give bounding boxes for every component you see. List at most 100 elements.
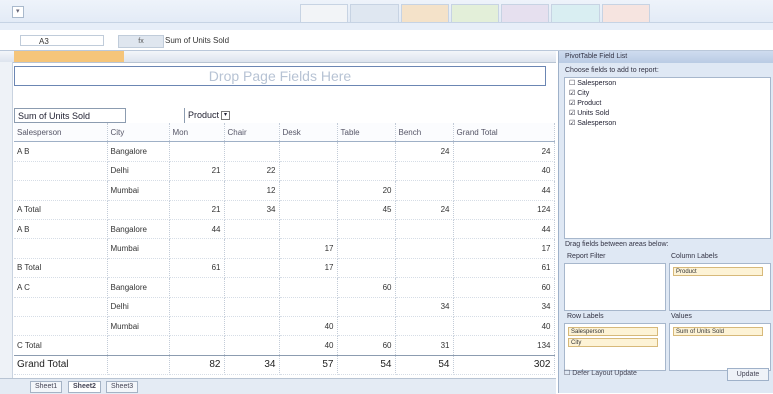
- value-cell[interactable]: [224, 316, 280, 337]
- value-cell[interactable]: 34: [453, 297, 555, 317]
- value-cell[interactable]: [337, 141, 396, 162]
- value-cell[interactable]: [395, 180, 454, 201]
- value-cell[interactable]: [279, 141, 338, 162]
- value-cell[interactable]: [395, 277, 454, 298]
- field-item[interactable]: ☑ Product: [565, 98, 770, 108]
- column-field-button[interactable]: Product ▾: [184, 108, 243, 123]
- value-cell[interactable]: [279, 219, 338, 240]
- pivot-column-header[interactable]: City: [107, 123, 170, 143]
- value-cell[interactable]: 40: [279, 316, 338, 337]
- sheet-tab-active[interactable]: Sheet2: [68, 381, 101, 393]
- value-cell[interactable]: [169, 238, 225, 259]
- value-cell[interactable]: [337, 238, 396, 259]
- value-cell[interactable]: 134: [453, 335, 555, 356]
- value-cell[interactable]: [337, 258, 396, 279]
- value-cell[interactable]: 61: [169, 258, 225, 279]
- value-cell[interactable]: [395, 219, 454, 240]
- pivot-column-header[interactable]: Mon: [169, 123, 225, 143]
- value-cell[interactable]: [395, 238, 454, 259]
- value-cell[interactable]: 22: [224, 161, 280, 182]
- value-cell[interactable]: 54: [337, 354, 396, 376]
- style-gallery[interactable]: [300, 4, 650, 26]
- value-cell[interactable]: 40: [279, 335, 338, 356]
- pivot-column-header[interactable]: Salesperson: [14, 123, 108, 143]
- field-item[interactable]: ☑ Units Sold: [565, 108, 770, 118]
- value-cell[interactable]: 31: [395, 335, 454, 356]
- value-cell[interactable]: 34: [224, 200, 280, 220]
- value-cell[interactable]: [395, 161, 454, 182]
- value-cell[interactable]: [395, 316, 454, 337]
- value-cell[interactable]: 124: [453, 200, 555, 220]
- value-cell[interactable]: 44: [169, 219, 225, 240]
- sheet-tab[interactable]: Sheet1: [30, 381, 63, 393]
- city-cell[interactable]: Bangalore: [107, 141, 170, 162]
- name-box[interactable]: A3: [20, 35, 104, 46]
- report-filter-zone[interactable]: [564, 263, 666, 311]
- pivot-column-header[interactable]: Chair: [224, 123, 280, 143]
- value-cell[interactable]: [337, 219, 396, 240]
- value-cell[interactable]: 60: [337, 277, 396, 298]
- field-item[interactable]: ☑ City: [565, 88, 770, 98]
- value-cell[interactable]: [169, 277, 225, 298]
- value-cell[interactable]: [224, 335, 280, 356]
- value-cell[interactable]: [169, 141, 225, 162]
- value-cell[interactable]: 24: [453, 141, 555, 162]
- salesperson-cell[interactable]: B Total: [14, 258, 108, 279]
- salesperson-cell[interactable]: A Total: [14, 200, 108, 220]
- value-cell[interactable]: 82: [169, 354, 225, 376]
- city-cell[interactable]: Mumbai: [107, 238, 170, 259]
- city-cell[interactable]: Mumbai: [107, 316, 170, 337]
- column-chip[interactable]: Product: [673, 267, 763, 276]
- value-cell[interactable]: 34: [395, 297, 454, 317]
- city-cell[interactable]: [107, 335, 170, 356]
- value-cell[interactable]: 61: [453, 258, 555, 279]
- salesperson-cell[interactable]: [14, 161, 108, 182]
- city-cell[interactable]: Mumbai: [107, 180, 170, 201]
- value-cell[interactable]: [279, 297, 338, 317]
- value-cell[interactable]: 21: [169, 161, 225, 182]
- value-cell[interactable]: [337, 316, 396, 337]
- formula-content[interactable]: Sum of Units Sold: [165, 35, 229, 46]
- salesperson-cell[interactable]: [14, 180, 108, 201]
- font-size-combo[interactable]: ▾: [12, 6, 24, 18]
- value-field-cell[interactable]: Sum of Units Sold: [14, 108, 126, 123]
- pivot-column-header[interactable]: Desk: [279, 123, 338, 143]
- active-column-header[interactable]: [14, 51, 124, 62]
- fx-button[interactable]: fx: [118, 35, 164, 48]
- sheet-tab[interactable]: Sheet3: [106, 381, 139, 393]
- pivot-column-header[interactable]: Bench: [395, 123, 454, 143]
- drop-page-fields[interactable]: Drop Page Fields Here: [14, 66, 546, 86]
- value-cell[interactable]: 17: [279, 238, 338, 259]
- grand-total-label[interactable]: Grand Total: [14, 354, 108, 376]
- column-labels-zone[interactable]: Product: [669, 263, 771, 311]
- salesperson-cell[interactable]: [14, 297, 108, 317]
- value-cell[interactable]: [337, 161, 396, 182]
- defer-update-checkbox[interactable]: ☐ Defer Layout Update: [564, 370, 637, 377]
- city-cell[interactable]: Bangalore: [107, 219, 170, 240]
- value-cell[interactable]: 12: [224, 180, 280, 201]
- value-cell[interactable]: [279, 200, 338, 220]
- filter-dropdown-icon[interactable]: ▾: [221, 111, 231, 121]
- row-labels-zone[interactable]: Salesperson City: [564, 323, 666, 371]
- pivot-column-header[interactable]: Grand Total: [453, 123, 555, 143]
- value-cell[interactable]: 44: [453, 219, 555, 240]
- value-cell[interactable]: 57: [279, 354, 338, 376]
- row-chip-salesperson[interactable]: Salesperson: [568, 327, 658, 336]
- row-chip-city[interactable]: City: [568, 338, 658, 347]
- value-cell[interactable]: [224, 238, 280, 259]
- salesperson-cell[interactable]: A C: [14, 277, 108, 298]
- field-item[interactable]: ☑ Salesperson: [565, 118, 770, 128]
- field-item[interactable]: ☐ Salesperson: [565, 78, 770, 88]
- value-cell[interactable]: 40: [453, 161, 555, 182]
- value-cell[interactable]: [279, 277, 338, 298]
- value-cell[interactable]: 24: [395, 200, 454, 220]
- value-chip[interactable]: Sum of Units Sold: [673, 327, 763, 336]
- value-cell[interactable]: 17: [279, 258, 338, 279]
- value-cell[interactable]: [224, 258, 280, 279]
- value-cell[interactable]: 17: [453, 238, 555, 259]
- salesperson-cell[interactable]: [14, 238, 108, 259]
- pivot-column-header[interactable]: Table: [337, 123, 396, 143]
- value-cell[interactable]: 44: [453, 180, 555, 201]
- value-cell[interactable]: 34: [224, 354, 280, 376]
- update-button[interactable]: Update: [727, 368, 769, 381]
